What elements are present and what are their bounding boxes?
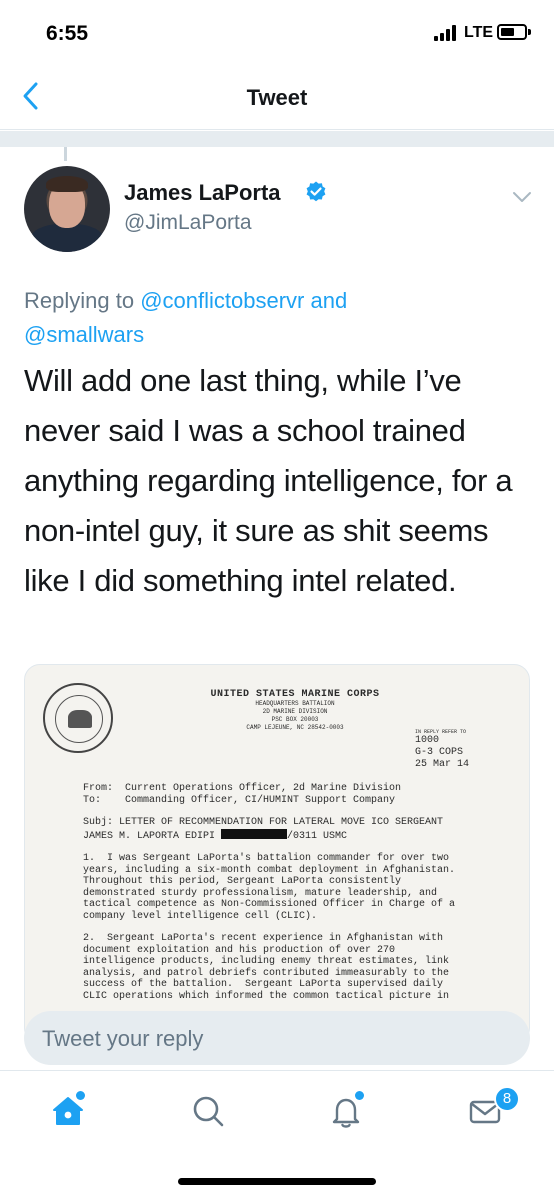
document-reference: IN REPLY REFER TO 1000 G-3 COPS 25 Mar 1… <box>415 729 469 771</box>
search-icon <box>193 1096 224 1127</box>
author-name[interactable]: James LaPorta <box>124 180 281 206</box>
avatar[interactable] <box>24 166 110 252</box>
caret-down-icon[interactable] <box>512 190 532 204</box>
document-unit-line: PSC BOX 20003 <box>271 716 319 723</box>
document-unit-line: CAMP LEJEUNE, NC 28542-0003 <box>246 724 344 731</box>
replying-prefix: Replying to <box>24 288 135 313</box>
reply-input[interactable]: Tweet your reply <box>24 1011 530 1065</box>
verified-badge-icon <box>306 181 326 202</box>
notifications-new-dot <box>355 1091 364 1100</box>
ref-line: G-3 COPS <box>415 747 464 758</box>
ref-line: 1000 <box>415 735 440 746</box>
thread-connector <box>64 147 67 161</box>
tweet-text: Will add one last thing, while I’ve neve… <box>24 363 513 598</box>
status-bar: 6:55 LTE <box>0 0 554 64</box>
thread-divider <box>0 131 554 147</box>
tab-bar <box>0 1070 554 1160</box>
from-line: From: Current Operations Officer, 2d Mar… <box>83 783 402 794</box>
mention-link[interactable]: @conflictobservr <box>140 288 304 313</box>
ref-line: 25 Mar 14 <box>415 759 470 770</box>
battery-icon <box>497 24 527 40</box>
subject-line: Subj: LETTER OF RECOMMENDATION FOR LATER… <box>83 817 444 828</box>
paragraph-2: 2. Sergeant LaPorta's recent experience … <box>83 933 450 1002</box>
nav-header: Tweet <box>0 64 554 130</box>
home-new-dot <box>76 1091 85 1100</box>
signal-strength-icon <box>434 25 460 41</box>
battery-tip <box>528 29 531 35</box>
mention-link[interactable]: @smallwars <box>24 322 144 347</box>
messages-badge: 8 <box>494 1086 520 1112</box>
paragraph-1: 1. I was Sergeant LaPorta's battalion co… <box>83 853 456 922</box>
name-suffix: /0311 USMC <box>287 830 348 842</box>
to-line: To: Commanding Officer, CI/HUMINT Suppor… <box>83 794 396 806</box>
document-unit-line: HEADQUARTERS BATTALION <box>255 700 335 707</box>
tweet-media-image[interactable]: UNITED STATES MARINE CORPS HEADQUARTERS … <box>24 664 530 1044</box>
document-unit-line: 2D MARINE DIVISION <box>262 708 328 715</box>
status-time: 6:55 <box>46 22 89 45</box>
subject-name-line: JAMES M. LAPORTA EDIPI /0311 USMC <box>83 828 513 843</box>
tab-search[interactable] <box>188 1091 228 1131</box>
document-letterhead: UNITED STATES MARINE CORPS HEADQUARTERS … <box>175 689 415 732</box>
author-handle[interactable]: @JimLaPorta <box>124 211 252 235</box>
reply-placeholder: Tweet your reply <box>42 1026 204 1051</box>
network-type: LTE <box>464 24 494 41</box>
home-indicator <box>178 1178 376 1185</box>
redaction-bar <box>221 828 288 839</box>
document-body: From: Current Operations Officer, 2d Mar… <box>83 783 513 1002</box>
document-org: UNITED STATES MARINE CORPS <box>210 689 380 700</box>
page-title: Tweet <box>246 85 308 110</box>
usmc-seal <box>43 683 113 753</box>
name-prefix: JAMES M. LAPORTA EDIPI <box>83 830 222 842</box>
replying-to: Replying to @conflictobservr and @smallw… <box>24 284 524 352</box>
replying-and[interactable]: and <box>311 288 348 313</box>
